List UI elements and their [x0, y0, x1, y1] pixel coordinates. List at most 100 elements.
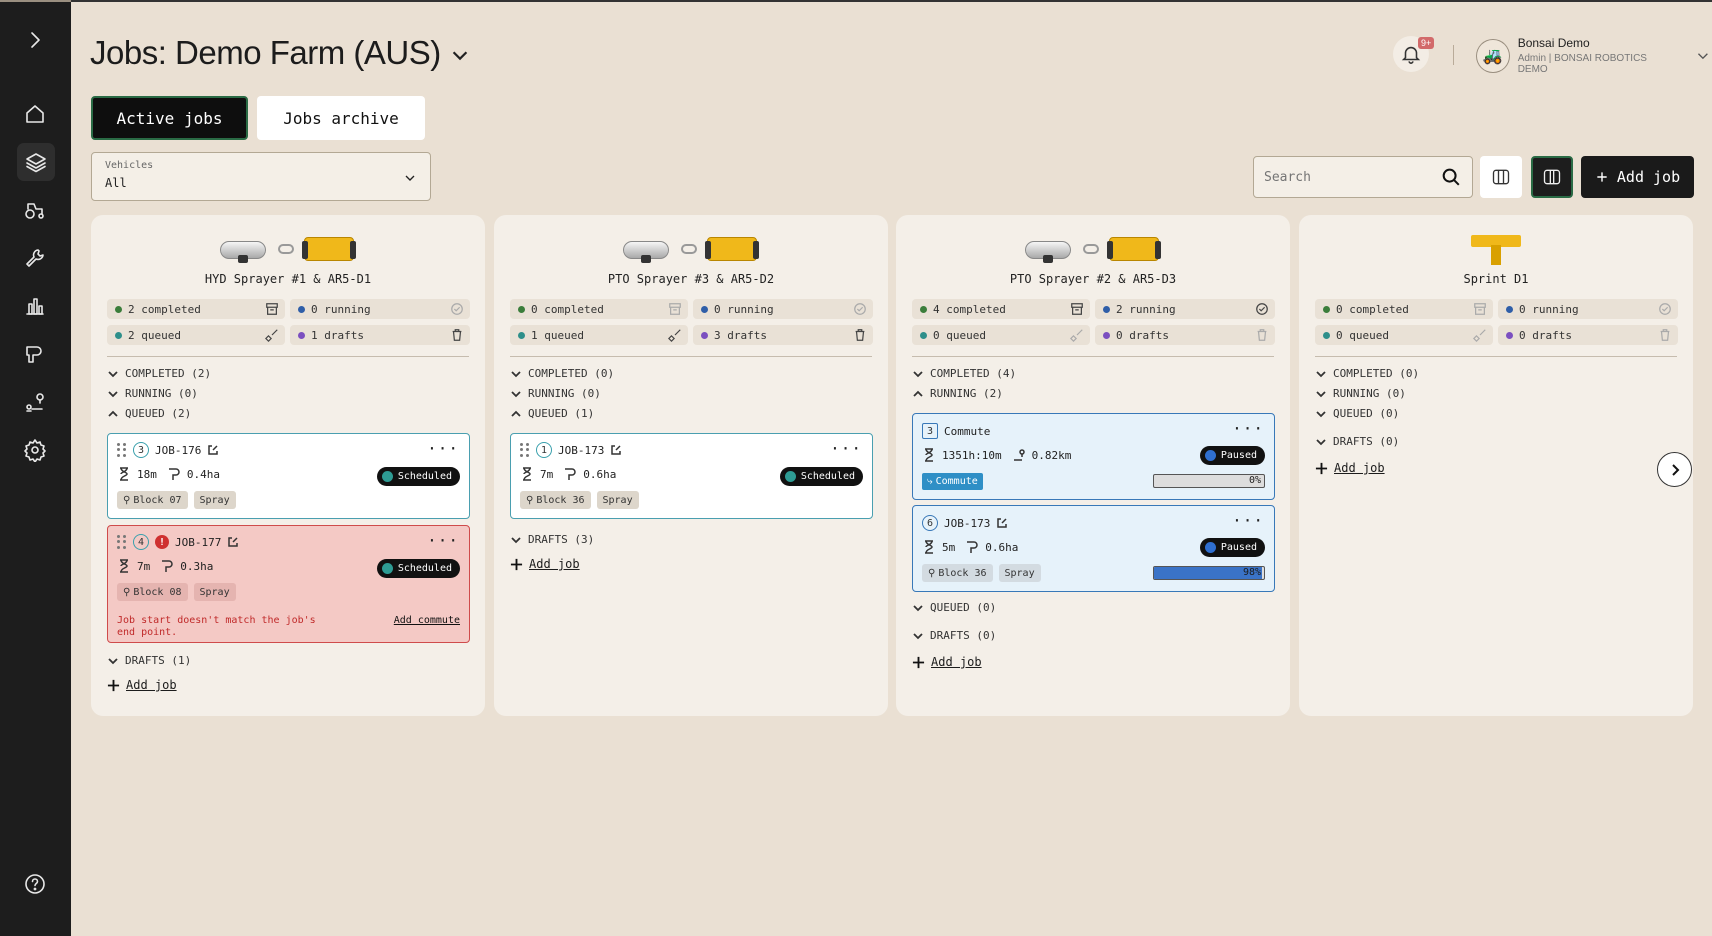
- add-job-link[interactable]: Add job: [510, 557, 580, 571]
- section-completed[interactable]: COMPLETED (0): [1315, 367, 1419, 380]
- help-icon[interactable]: [19, 868, 51, 900]
- chevron-right-icon[interactable]: [19, 24, 51, 56]
- drafts-label: 1 drafts: [311, 328, 364, 342]
- block-tag: ⚲ Block 36: [922, 564, 993, 582]
- section-running-label: RUNNING (2): [930, 387, 1003, 400]
- job-order-number: 3: [133, 442, 149, 458]
- section-drafts[interactable]: DRAFTS (1): [107, 654, 191, 667]
- block-tag: ⚲ Block 07: [117, 491, 188, 509]
- divider: [1315, 356, 1677, 357]
- wide-columns-view-button[interactable]: [1531, 156, 1573, 198]
- add-job-link[interactable]: Add job: [1315, 461, 1385, 475]
- section-running[interactable]: RUNNING (0): [107, 387, 198, 400]
- job-card-error[interactable]: 4 ! JOB-177 ··· 7m 0.3ha Scheduled ⚲ Blo…: [107, 525, 470, 643]
- running-count[interactable]: 0 running: [290, 299, 470, 319]
- add-job-link[interactable]: Add job: [107, 678, 177, 692]
- section-completed[interactable]: COMPLETED (0): [510, 367, 614, 380]
- completed-count[interactable]: 4 completed: [912, 299, 1090, 319]
- section-drafts[interactable]: DRAFTS (0): [912, 629, 996, 642]
- running-count[interactable]: 0 running: [1498, 299, 1678, 319]
- queued-count[interactable]: 0 queued: [1315, 325, 1493, 345]
- divider: [912, 356, 1274, 357]
- add-commute-link[interactable]: Add commute: [394, 615, 460, 626]
- section-queued[interactable]: QUEUED (2): [107, 407, 191, 420]
- queued-count[interactable]: 0 queued: [912, 325, 1090, 345]
- chevron-down-icon: [511, 370, 521, 377]
- drafts-count[interactable]: 0 drafts: [1498, 325, 1678, 345]
- search-box[interactable]: [1253, 156, 1473, 198]
- more-options-button[interactable]: ···: [427, 533, 459, 549]
- job-card[interactable]: 1 JOB-173 ··· 7m 0.6ha Scheduled ⚲ Block…: [510, 433, 873, 519]
- farm-selector[interactable]: Jobs: Demo Farm (AUS): [90, 34, 471, 72]
- job-duration: 7m: [540, 467, 554, 481]
- tractor-icon[interactable]: [19, 194, 51, 226]
- section-drafts[interactable]: DRAFTS (0): [1315, 435, 1399, 448]
- job-card[interactable]: 3 JOB-176 ··· 18m 0.4ha Scheduled ⚲ Bloc…: [107, 433, 470, 519]
- job-stats: 5m 0.6ha: [922, 540, 1018, 554]
- user-menu[interactable]: 🚜 Bonsai Demo Admin | BONSAI ROBOTICS DE…: [1476, 36, 1712, 75]
- running-count[interactable]: 2 running: [1095, 299, 1275, 319]
- edit-icon[interactable]: [207, 444, 219, 456]
- trash-icon: [1660, 329, 1670, 341]
- completed-count[interactable]: 0 completed: [510, 299, 688, 319]
- job-order-number: 6: [922, 515, 938, 531]
- queued-count[interactable]: 2 queued: [107, 325, 285, 345]
- bar-chart-icon[interactable]: [19, 290, 51, 322]
- columns-view-button[interactable]: [1480, 156, 1522, 198]
- edit-icon[interactable]: [227, 536, 239, 548]
- section-queued[interactable]: QUEUED (1): [510, 407, 594, 420]
- more-options-button[interactable]: ···: [1232, 421, 1264, 437]
- drag-handle-icon[interactable]: [117, 443, 127, 457]
- queued-count[interactable]: 1 queued: [510, 325, 688, 345]
- running-count[interactable]: 0 running: [693, 299, 873, 319]
- drag-handle-icon[interactable]: [520, 443, 530, 457]
- wrench-icon[interactable]: [19, 242, 51, 274]
- divider: [510, 356, 872, 357]
- tab-jobs-archive[interactable]: Jobs archive: [257, 96, 425, 140]
- section-drafts[interactable]: DRAFTS (3): [510, 533, 594, 546]
- route-icon[interactable]: [19, 386, 51, 418]
- job-order-number: 4: [133, 534, 149, 550]
- vehicle-column: PTO Sprayer #2 & AR5-D3 4 completed 2 ru…: [896, 215, 1290, 716]
- section-running-label: RUNNING (0): [1333, 387, 1406, 400]
- completed-count[interactable]: 0 completed: [1315, 299, 1493, 319]
- notifications-button[interactable]: 9+: [1393, 36, 1435, 72]
- commute-card[interactable]: 3 Commute ··· 1351h:10m 0.82km Paused ⤷ …: [912, 413, 1275, 500]
- more-options-button[interactable]: ···: [427, 441, 459, 457]
- section-running[interactable]: RUNNING (2): [912, 387, 1003, 400]
- vehicle-name: PTO Sprayer #2 & AR5-D3: [1009, 272, 1177, 286]
- edit-icon[interactable]: [610, 444, 622, 456]
- next-columns-button[interactable]: [1657, 452, 1692, 487]
- add-job-button[interactable]: Add job: [1581, 156, 1694, 198]
- search-input[interactable]: [1264, 169, 1440, 185]
- block-tag: ⚲ Block 08: [117, 583, 188, 601]
- section-completed[interactable]: COMPLETED (4): [912, 367, 1016, 380]
- drag-handle-icon[interactable]: [117, 535, 127, 549]
- section-queued[interactable]: QUEUED (0): [912, 601, 996, 614]
- tab-active-jobs[interactable]: Active jobs: [91, 96, 248, 140]
- settings-icon[interactable]: [19, 434, 51, 466]
- job-card-running[interactable]: 6 JOB-173 ··· 5m 0.6ha Paused ⚲ Block 36…: [912, 505, 1275, 592]
- drafts-count[interactable]: 1 drafts: [290, 325, 470, 345]
- section-queued[interactable]: QUEUED (0): [1315, 407, 1399, 420]
- section-running[interactable]: RUNNING (0): [510, 387, 601, 400]
- vehicles-select[interactable]: Vehicles All: [91, 152, 431, 201]
- job-duration: 1351h:10m: [942, 448, 1002, 462]
- edit-icon[interactable]: [996, 517, 1008, 529]
- broom-icon: [668, 329, 681, 342]
- home-icon[interactable]: [19, 98, 51, 130]
- add-job-link-label: Add job: [126, 678, 177, 692]
- add-job-link[interactable]: Add job: [912, 655, 982, 669]
- section-completed[interactable]: COMPLETED (2): [107, 367, 211, 380]
- completed-count[interactable]: 2 completed: [107, 299, 285, 319]
- more-options-button[interactable]: ···: [1232, 513, 1264, 529]
- drafts-count[interactable]: 0 drafts: [1095, 325, 1275, 345]
- section-running[interactable]: RUNNING (0): [1315, 387, 1406, 400]
- layers-icon[interactable]: [17, 143, 55, 181]
- drafts-count[interactable]: 3 drafts: [693, 325, 873, 345]
- status-label: Scheduled: [397, 563, 452, 574]
- link-icon: [1083, 244, 1099, 254]
- commute-tag: ⤷ Commute: [922, 473, 983, 490]
- more-options-button[interactable]: ···: [830, 441, 862, 457]
- field-map-icon[interactable]: [19, 338, 51, 370]
